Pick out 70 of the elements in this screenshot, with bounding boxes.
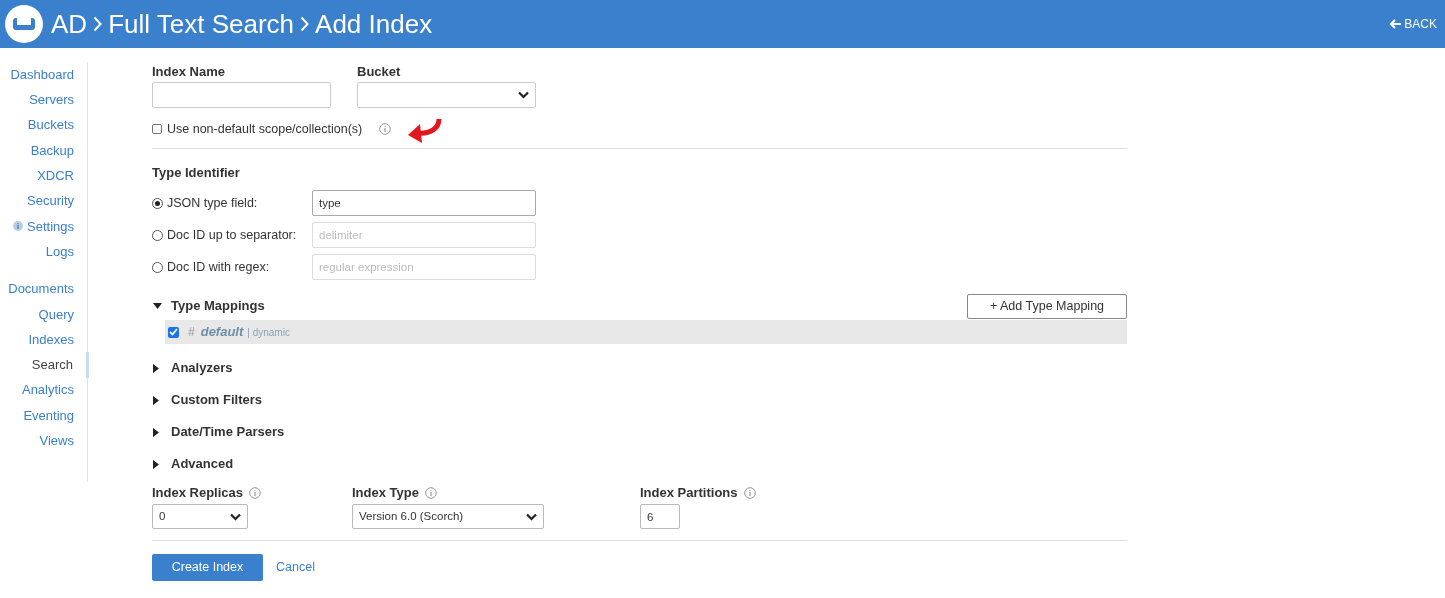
sidebar-item[interactable]: Analytics: [0, 377, 87, 403]
caret-right-icon: [153, 459, 159, 469]
caret-right-icon: [153, 363, 159, 373]
add-type-mapping-button[interactable]: + Add Type Mapping: [967, 293, 1127, 319]
create-index-button[interactable]: Create Index: [152, 554, 263, 581]
mapping-mode: | dynamic: [247, 325, 290, 340]
field-label: Index Name: [152, 64, 226, 80]
section-toggle[interactable]: Date/Time Parsers: [152, 422, 285, 442]
number-field[interactable]: 6: [640, 504, 680, 529]
caret-right-icon: [153, 427, 159, 437]
sidebar-item[interactable]: Backup: [0, 137, 87, 164]
curved-arrow-icon: [406, 118, 443, 144]
sidebar-item[interactable]: Query: [0, 301, 87, 327]
chevron-right-icon: [300, 16, 310, 32]
text-field[interactable]: delimiter: [312, 222, 536, 248]
dropdown[interactable]: 0: [152, 504, 248, 529]
sidebar-item[interactable]: XDCR: [0, 163, 87, 189]
caret-right-icon: [153, 395, 159, 405]
info-icon: [379, 123, 392, 135]
sidebar-item[interactable]: Eventing: [0, 402, 87, 429]
info-icon: [424, 487, 437, 499]
field-label: Index Partitions: [640, 484, 738, 503]
breadcrumb-item: Add Index: [315, 7, 433, 41]
breadcrumb-item[interactable]: AD: [51, 4, 88, 44]
section-title: Type Identifier: [152, 165, 241, 181]
sidebar-item[interactable]: Views: [0, 428, 87, 454]
section-toggle[interactable]: Custom Filters: [152, 390, 262, 410]
back-link[interactable]: BACK: [1390, 15, 1437, 33]
text-field[interactable]: type: [312, 190, 536, 216]
sidebar-item[interactable]: Servers: [0, 87, 87, 113]
mapping-name: default: [200, 323, 244, 342]
sidebar-item[interactable]: Buckets: [0, 112, 87, 138]
caret-down-icon: [153, 303, 162, 309]
checkbox[interactable]: [168, 326, 179, 338]
radio-label: Doc ID up to separator:: [167, 226, 298, 244]
sidebar-item[interactable]: Dashboard: [0, 62, 87, 88]
checkbox[interactable]: [152, 124, 162, 134]
radio-label: Doc ID with regex:: [167, 258, 271, 276]
info-icon: [249, 487, 262, 499]
text-field[interactable]: regular expression: [312, 254, 536, 280]
chevron-right-icon: [93, 16, 103, 32]
radio-button[interactable]: [152, 229, 163, 241]
arrow-left-icon: [1390, 19, 1402, 29]
field-label: Bucket: [357, 64, 402, 80]
section-toggle[interactable]: Advanced: [152, 454, 234, 474]
type-mapping-row[interactable]: # default | dynamic: [165, 320, 1127, 344]
chevron-down-icon: [230, 512, 241, 521]
field-label: Index Type: [352, 484, 419, 503]
radio-button[interactable]: [152, 197, 163, 209]
index-name-field[interactable]: [152, 82, 331, 108]
breadcrumb-item[interactable]: Full Text Search: [108, 4, 295, 44]
section-toggle[interactable]: Analyzers: [152, 358, 233, 378]
sidebar-item[interactable]: Search: [0, 352, 89, 378]
chevron-down-icon: [526, 512, 537, 521]
radio-button[interactable]: [152, 261, 163, 273]
sidebar-item[interactable]: Settings: [0, 213, 87, 240]
sidebar-item[interactable]: Security: [0, 188, 87, 214]
hash-text: #: [188, 324, 195, 341]
field-label: Index Replicas: [152, 484, 244, 503]
logo-icon: [5, 5, 43, 43]
info-icon: [743, 487, 756, 499]
sidebar-item[interactable]: Documents: [0, 276, 87, 302]
sidebar-item[interactable]: Logs: [0, 239, 87, 265]
checkbox-label: Use non-default scope/collection(s): [167, 120, 363, 138]
dropdown[interactable]: Version 6.0 (Scorch): [352, 504, 544, 529]
sidebar-item[interactable]: Indexes: [0, 326, 87, 353]
section-toggle[interactable]: Type Mappings: [152, 296, 265, 316]
chevron-down-icon: [518, 91, 529, 99]
radio-label: JSON type field:: [167, 194, 259, 212]
cancel-link[interactable]: Cancel: [276, 558, 315, 577]
